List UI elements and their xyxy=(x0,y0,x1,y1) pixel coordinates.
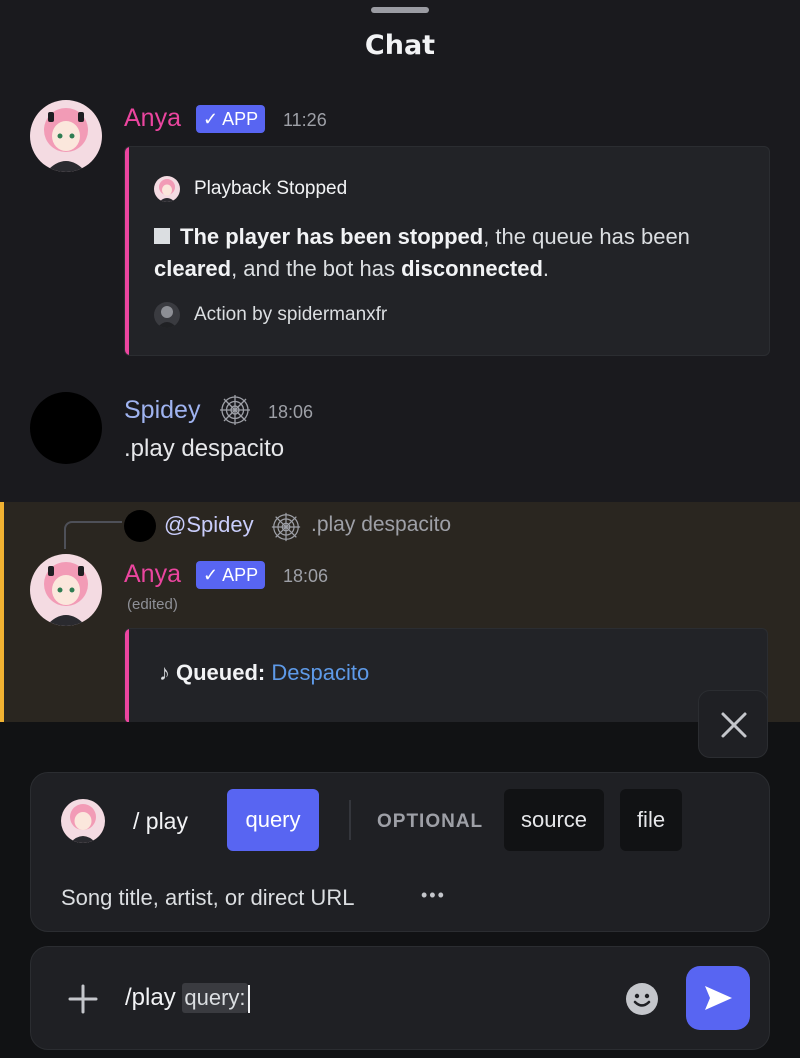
chat-header: Chat xyxy=(0,0,800,102)
spider-web-icon xyxy=(218,393,252,431)
embed-footer: Action by spidermanxfr xyxy=(194,304,388,325)
close-button[interactable] xyxy=(698,690,768,758)
spider-web-icon xyxy=(270,511,302,547)
edited-label: (edited) xyxy=(127,596,178,613)
options-divider xyxy=(349,800,351,840)
message-author[interactable]: Anya xyxy=(124,560,181,589)
reply-mention[interactable]: @Spidey xyxy=(164,512,254,538)
command-name: / play xyxy=(133,808,188,834)
emoji-icon[interactable] xyxy=(625,982,659,1020)
message-timestamp: 18:06 xyxy=(283,566,329,586)
option-source-chip[interactable]: source xyxy=(504,789,604,851)
app-badge: ✓ APP xyxy=(196,561,266,589)
composer-command: /play xyxy=(125,984,176,1011)
reply-avatar xyxy=(124,510,156,542)
composer-query-tag[interactable]: query: xyxy=(182,983,248,1013)
optional-label: OPTIONAL xyxy=(377,811,484,832)
option-description: Song title, artist, or direct URL xyxy=(61,885,355,910)
send-icon xyxy=(702,982,734,1018)
message-author[interactable]: Spidey xyxy=(124,396,200,425)
plus-icon[interactable] xyxy=(67,983,99,1019)
embed-title: Playback Stopped xyxy=(194,178,348,199)
embed-queued: ♪ Queued: Despacito xyxy=(159,660,370,685)
bot-avatar xyxy=(61,799,105,843)
mention-highlight-bar xyxy=(0,502,4,722)
page-title: Chat xyxy=(364,30,436,61)
message-timestamp: 11:26 xyxy=(283,110,327,130)
command-options-panel: / play query OPTIONAL source file Song t… xyxy=(30,772,770,932)
embed-accent-bar xyxy=(125,147,129,355)
stop-icon xyxy=(154,228,170,244)
track-link[interactable]: Despacito xyxy=(271,660,369,685)
avatar[interactable] xyxy=(30,554,102,626)
embed-card: Playback Stopped The player has been sto… xyxy=(124,146,770,356)
embed-description: The player has been stopped, the queue h… xyxy=(154,224,690,281)
close-icon xyxy=(719,710,749,744)
avatar[interactable] xyxy=(30,100,102,172)
music-note-icon: ♪ xyxy=(159,660,170,685)
drag-handle[interactable] xyxy=(371,7,429,13)
embed-accent-bar xyxy=(125,629,129,723)
option-query-chip[interactable]: query xyxy=(227,789,319,851)
option-file-chip[interactable]: file xyxy=(620,789,682,851)
footer-avatar xyxy=(154,302,180,328)
composer-input[interactable]: /play query: xyxy=(125,983,250,1013)
reply-preview[interactable]: .play despacito xyxy=(311,513,451,537)
reply-connector xyxy=(64,521,122,549)
embed-card: ♪ Queued: Despacito xyxy=(124,628,768,724)
message-text: .play despacito xyxy=(124,435,285,462)
embed-author-avatar xyxy=(154,176,180,202)
text-caret xyxy=(247,984,250,1013)
avatar[interactable] xyxy=(30,392,102,464)
message-composer[interactable]: /play query: xyxy=(30,946,770,1050)
send-button[interactable] xyxy=(686,966,750,1030)
message-timestamp: 18:06 xyxy=(268,402,314,422)
message-author[interactable]: Anya xyxy=(124,104,181,133)
app-badge: ✓ APP xyxy=(196,105,266,133)
more-options-icon[interactable]: ••• xyxy=(421,885,446,906)
